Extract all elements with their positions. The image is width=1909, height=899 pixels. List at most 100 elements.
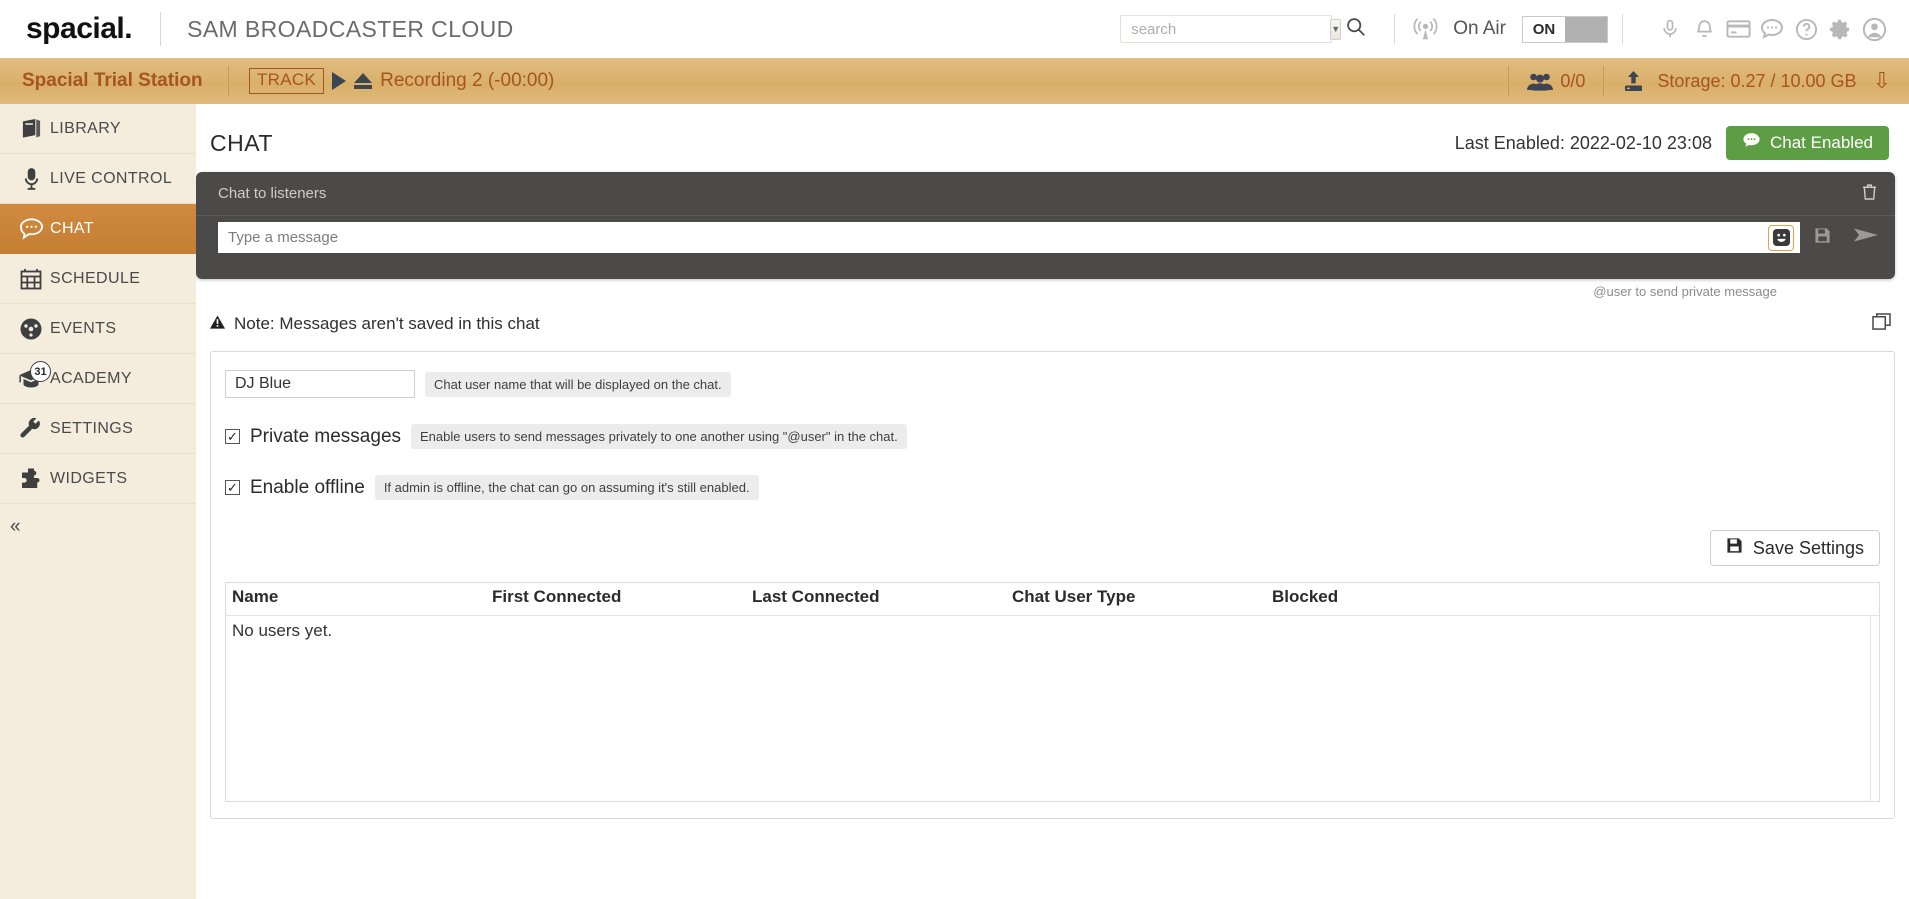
enable-offline-row[interactable]: ✓ Enable offline If admin is offline, th… <box>225 475 1880 500</box>
sidebar-item-label: SCHEDULE <box>50 269 141 287</box>
gear-icon[interactable] <box>1823 12 1857 46</box>
sidebar-item-widgets[interactable]: WIDGETS <box>0 454 196 504</box>
chevron-down-icon[interactable]: ▼ <box>1330 18 1342 40</box>
sidebar-item-chat[interactable]: CHAT <box>0 204 207 254</box>
sidebar-item-library[interactable]: LIBRARY <box>0 104 196 154</box>
sidebar-item-label: ACADEMY <box>50 369 132 387</box>
table-empty-row: No users yet. <box>226 616 1879 646</box>
chat-username-help: Chat user name that will be displayed on… <box>425 371 731 397</box>
chat-users-table-body: No users yet. <box>225 616 1880 802</box>
private-message-hint: @user to send private message <box>1593 284 1777 299</box>
search-box[interactable]: ▼ <box>1120 15 1342 43</box>
table-scrollbar[interactable] <box>1870 616 1879 801</box>
column-header-chat-user-type[interactable]: Chat User Type <box>1006 583 1266 616</box>
user-circle-icon[interactable] <box>1857 12 1891 46</box>
station-bar-right: 0/0 Storage: 0.27 / 10.00 GB ⇩ <box>1508 58 1909 104</box>
save-settings-button[interactable]: Save Settings <box>1709 530 1880 566</box>
last-enabled-text: Last Enabled: 2022-02-10 23:08 <box>1454 132 1712 153</box>
enable-offline-help: If admin is offline, the chat can go on … <box>374 475 759 500</box>
enable-offline-label: Enable offline <box>250 476 365 498</box>
sidebar-item-label: LIVE CONTROL <box>50 169 173 187</box>
users-icon <box>1527 73 1554 91</box>
trash-icon[interactable] <box>1862 183 1877 204</box>
chat-users-table: Name First Connected Last Connected Chat… <box>225 582 1880 616</box>
column-header-name[interactable]: Name <box>226 583 486 616</box>
chat-input-row <box>196 216 1895 253</box>
popout-window-icon[interactable] <box>1872 313 1891 335</box>
page-body: LIBRARY LIVE CONTROL CHAT SCHEDULE EVENT <box>0 104 1909 899</box>
sidebar-item-settings[interactable]: SETTINGS <box>0 404 196 454</box>
upload-icon <box>1625 71 1643 91</box>
product-name: SAM BROADCASTER CLOUD <box>187 15 514 42</box>
chat-username-input[interactable] <box>225 370 415 398</box>
enable-offline-checkbox[interactable]: ✓ <box>225 480 240 495</box>
chat-header-right: Last Enabled: 2022-02-10 23:08 Chat Enab… <box>1455 126 1889 160</box>
station-bar: Spacial Trial Station TRACK Recording 2 … <box>0 58 1909 104</box>
storage-indicator[interactable]: Storage: 0.27 / 10.00 GB <box>1604 70 1872 92</box>
chat-panel-title-text: Chat to listeners <box>218 185 327 202</box>
on-air-label: On Air <box>1453 18 1506 39</box>
chat-panel-header: Chat to listeners <box>196 172 1895 216</box>
floppy-disk-icon[interactable] <box>1814 227 1831 249</box>
brand-logo-text: spacial <box>26 12 125 45</box>
microphone-icon <box>12 167 50 190</box>
on-air-state: ON <box>1532 20 1556 38</box>
column-header-last-connected[interactable]: Last Connected <box>746 583 1006 616</box>
station-divider <box>228 66 229 96</box>
microphone-icon[interactable] <box>1653 12 1687 46</box>
sidebar-item-academy[interactable]: 31 ACADEMY <box>0 354 196 404</box>
header-divider-1 <box>1394 14 1396 44</box>
eject-icon[interactable] <box>354 73 373 89</box>
page-title: CHAT <box>210 129 273 156</box>
sidebar-item-events[interactable]: EVENTS <box>0 304 196 354</box>
sidebar-collapse-button[interactable]: « <box>0 504 196 550</box>
smiley-icon[interactable] <box>1768 224 1794 251</box>
header-right-cluster: ▼ On Air ON <box>1120 12 1891 46</box>
listeners-count[interactable]: 0/0 <box>1509 71 1603 92</box>
academy-badge: 31 <box>30 361 51 382</box>
save-settings-row: Save Settings <box>225 530 1880 566</box>
play-icon[interactable] <box>332 72 347 90</box>
private-messages-help: Enable users to send messages privately … <box>411 424 907 449</box>
sidebar-item-label: EVENTS <box>50 319 117 337</box>
chevron-double-down-icon[interactable]: ⇩ <box>1873 70 1909 92</box>
chat-note-text: Note: Messages aren't saved in this chat <box>234 314 540 333</box>
listeners-value: 0/0 <box>1560 70 1586 91</box>
brand-logo[interactable]: spacial. <box>26 12 133 46</box>
private-messages-row[interactable]: ✓ Private messages Enable users to send … <box>225 424 1880 449</box>
column-header-blocked[interactable]: Blocked <box>1266 583 1879 616</box>
calendar-icon <box>12 268 50 290</box>
chat-enabled-button[interactable]: Chat Enabled <box>1725 126 1889 160</box>
gauge-icon <box>12 317 50 341</box>
column-header-first-connected[interactable]: First Connected <box>486 583 746 616</box>
on-air-knob[interactable] <box>1565 16 1607 42</box>
credit-card-icon[interactable] <box>1721 12 1755 46</box>
bell-icon[interactable] <box>1687 12 1721 46</box>
table-empty-text: No users yet. <box>232 621 333 640</box>
private-messages-checkbox[interactable]: ✓ <box>225 429 240 444</box>
on-air-toggle[interactable]: ON <box>1522 15 1608 43</box>
chat-settings-card: Chat user name that will be displayed on… <box>210 351 1895 819</box>
main-content: CHAT Last Enabled: 2022-02-10 23:08 Chat… <box>196 104 1909 899</box>
sidebar-item-schedule[interactable]: SCHEDULE <box>0 254 196 304</box>
track-controls <box>332 72 373 90</box>
chat-bubble-icon[interactable] <box>1755 12 1789 46</box>
sidebar-item-label: LIBRARY <box>50 119 121 137</box>
sidebar-item-label: SETTINGS <box>50 419 134 437</box>
chat-message-input[interactable] <box>218 222 1800 253</box>
chat-bubble-icon <box>1742 132 1761 154</box>
puzzle-icon <box>12 467 50 490</box>
private-messages-label: Private messages <box>250 425 402 447</box>
sidebar-item-label: WIDGETS <box>50 469 128 487</box>
brand-logo-dot: . <box>124 12 133 45</box>
chat-bubble-icon <box>12 217 50 240</box>
chat-to-listeners-panel: Chat to listeners @user to send private … <box>196 172 1895 299</box>
question-circle-icon[interactable] <box>1789 12 1823 46</box>
header-icons <box>1653 12 1891 46</box>
search-icon[interactable] <box>1345 16 1366 42</box>
send-icon[interactable] <box>1853 226 1879 249</box>
sidebar-item-live-control[interactable]: LIVE CONTROL <box>0 154 196 204</box>
search-input[interactable] <box>1131 20 1331 38</box>
brand-divider <box>160 12 162 46</box>
chat-enabled-label: Chat Enabled <box>1769 133 1873 152</box>
